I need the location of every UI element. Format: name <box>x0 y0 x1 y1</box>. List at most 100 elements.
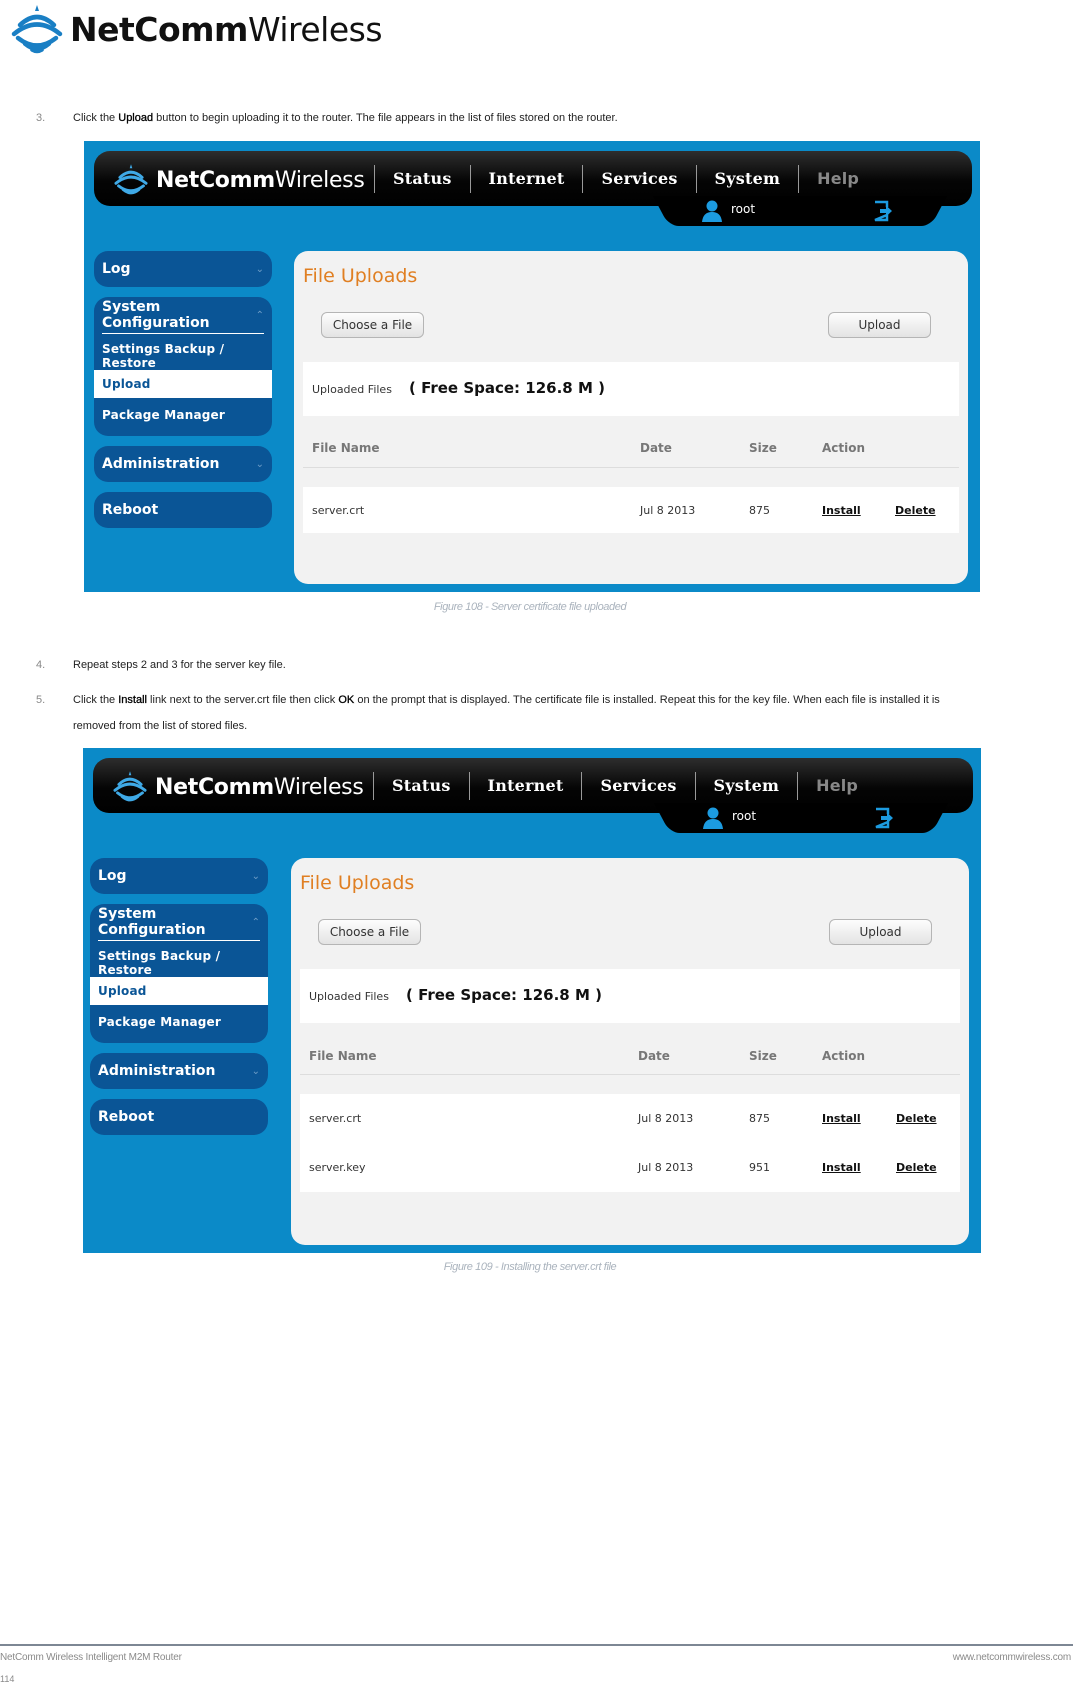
uploaded-files-bar: Uploaded Files ( Free Space: 126.8 M ) <box>303 362 959 416</box>
file-size: 951 <box>749 1161 770 1174</box>
delete-link[interactable]: Delete <box>895 504 936 517</box>
free-space: ( Free Space: 126.8 M ) <box>406 986 602 1004</box>
step-4: 4. Repeat steps 2 and 3 for the server k… <box>36 652 286 678</box>
uploaded-files-label: Uploaded Files <box>312 383 392 396</box>
file-name: server.crt <box>312 504 365 517</box>
figure-108-screenshot: NetCommWireless Status Internet Services… <box>84 141 980 592</box>
step-emphasis: Install <box>118 694 147 706</box>
chevron-down-icon: ⌄ <box>255 458 264 470</box>
uploaded-files-bar: Uploaded Files ( Free Space: 126.8 M ) <box>300 969 960 1023</box>
sidebar-subitem-package-manager[interactable]: Package Manager <box>94 398 272 436</box>
sidebar-label: System Configuration <box>102 299 210 331</box>
step-3: 3. Click the Upload button to begin uplo… <box>36 105 618 131</box>
nav-help[interactable]: Help <box>799 169 877 188</box>
sidebar-item-system-configuration[interactable]: System Configuration ⌃ <box>90 904 268 940</box>
footer-website[interactable]: www.netcommwireless.com <box>953 1652 1071 1663</box>
step-number: 3. <box>36 112 46 124</box>
netcomm-wave-logo-icon <box>11 5 63 54</box>
uploaded-files-label: Uploaded Files <box>309 990 389 1003</box>
username: root <box>732 809 757 823</box>
sidebar-subitem-settings-backup[interactable]: Settings Backup / Restore <box>94 342 272 370</box>
sidebar-label: Administration <box>102 456 220 472</box>
nav-services[interactable]: Services <box>583 169 695 188</box>
column-file-name: File Name <box>312 441 380 455</box>
step-text: link next to the server.crt file then cl… <box>147 694 339 706</box>
netcomm-wave-logo-icon <box>114 164 148 195</box>
sidebar-label: Log <box>102 261 131 277</box>
file-name: server.key <box>309 1161 366 1174</box>
file-date: Jul 8 2013 <box>638 1112 694 1125</box>
table-row: server.crt Jul 8 2013 875 Install Delete <box>303 487 959 533</box>
delete-link[interactable]: Delete <box>896 1161 937 1174</box>
sidebar-item-administration[interactable]: Administration ⌄ <box>90 1053 268 1089</box>
sidebar-group-system-configuration: System Configuration ⌃ Settings Backup / … <box>94 297 272 436</box>
column-size: Size <box>749 1049 777 1063</box>
sidebar-subitem-upload[interactable]: Upload <box>90 977 268 1005</box>
footer-divider <box>0 1644 1073 1646</box>
sidebar-label: System Configuration <box>98 906 206 938</box>
step-text: Repeat steps 2 and 3 for the server key … <box>73 659 286 671</box>
step-emphasis: OK <box>338 694 355 706</box>
choose-file-button[interactable]: Choose a File <box>321 312 424 338</box>
sidebar-subitem-settings-backup[interactable]: Settings Backup / Restore <box>90 949 268 977</box>
user-icon <box>702 200 722 222</box>
page-number: 114 <box>0 1674 15 1683</box>
file-uploads-panel: File Uploads Choose a File Upload Upload… <box>291 858 969 1245</box>
nav-system[interactable]: System <box>697 169 799 188</box>
chevron-down-icon: ⌄ <box>251 870 260 882</box>
free-space: ( Free Space: 126.8 M ) <box>409 379 605 397</box>
sidebar-item-log[interactable]: Log ⌄ <box>90 858 268 894</box>
choose-file-button[interactable]: Choose a File <box>318 919 421 945</box>
delete-link[interactable]: Delete <box>896 1112 937 1125</box>
column-file-name: File Name <box>309 1049 377 1063</box>
nav-status[interactable]: Status <box>374 776 469 795</box>
nav-help[interactable]: Help <box>798 776 876 795</box>
file-uploads-panel: File Uploads Choose a File Upload Upload… <box>294 251 968 584</box>
step-emphasis: Upload <box>118 112 154 124</box>
page-title: File Uploads <box>303 265 418 287</box>
sidebar-group-system-configuration: System Configuration ⌃ Settings Backup / … <box>90 904 268 1043</box>
user-icon <box>703 807 723 829</box>
file-table-body: server.crt Jul 8 2013 875 Install Delete… <box>300 1094 960 1192</box>
install-link[interactable]: Install <box>822 1112 861 1125</box>
file-size: 875 <box>749 504 770 517</box>
step-text: on the prompt that is displayed. The cer… <box>354 694 940 706</box>
chevron-down-icon: ⌄ <box>251 1065 260 1077</box>
page-logo: NetCommWireless <box>8 2 383 56</box>
logout-icon[interactable] <box>874 807 894 829</box>
upload-button[interactable]: Upload <box>829 919 932 945</box>
file-date: Jul 8 2013 <box>638 1161 694 1174</box>
logout-icon[interactable] <box>873 200 893 222</box>
install-link[interactable]: Install <box>822 1161 861 1174</box>
user-bar: root <box>675 196 925 226</box>
brand-name: NetCommWireless <box>70 9 383 49</box>
file-name: server.crt <box>309 1112 362 1125</box>
netcomm-wave-logo-icon <box>113 771 147 802</box>
nav-services[interactable]: Services <box>582 776 694 795</box>
nav-status[interactable]: Status <box>375 169 470 188</box>
sidebar-label: Reboot <box>98 1109 155 1125</box>
column-size: Size <box>749 441 777 455</box>
column-action: Action <box>822 1049 866 1063</box>
install-link[interactable]: Install <box>822 504 861 517</box>
sidebar-item-administration[interactable]: Administration ⌄ <box>94 446 272 482</box>
column-date: Date <box>638 1049 670 1063</box>
step-number: 4. <box>36 659 46 671</box>
step-5: 5. Click the Install link next to the se… <box>36 687 1063 739</box>
sidebar-item-system-configuration[interactable]: System Configuration ⌃ <box>94 297 272 333</box>
figure-caption: Figure 109 - Installing the server.crt f… <box>443 1261 617 1273</box>
sidebar: Log ⌄ System Configuration ⌃ Settings Back… <box>94 251 272 538</box>
nav-system[interactable]: System <box>696 776 798 795</box>
nav-internet[interactable]: Internet <box>471 169 583 188</box>
sidebar-subitem-package-manager[interactable]: Package Manager <box>90 1005 268 1043</box>
step-number: 5. <box>36 694 46 706</box>
sidebar-item-reboot[interactable]: Reboot <box>90 1099 268 1135</box>
sidebar-item-log[interactable]: Log ⌄ <box>94 251 272 287</box>
router-logo: NetCommWireless <box>111 770 364 804</box>
upload-button[interactable]: Upload <box>828 312 931 338</box>
file-date: Jul 8 2013 <box>640 504 696 517</box>
sidebar-subitem-upload[interactable]: Upload <box>94 370 272 398</box>
sidebar-item-reboot[interactable]: Reboot <box>94 492 272 528</box>
nav-internet[interactable]: Internet <box>470 776 582 795</box>
username: root <box>731 202 756 216</box>
